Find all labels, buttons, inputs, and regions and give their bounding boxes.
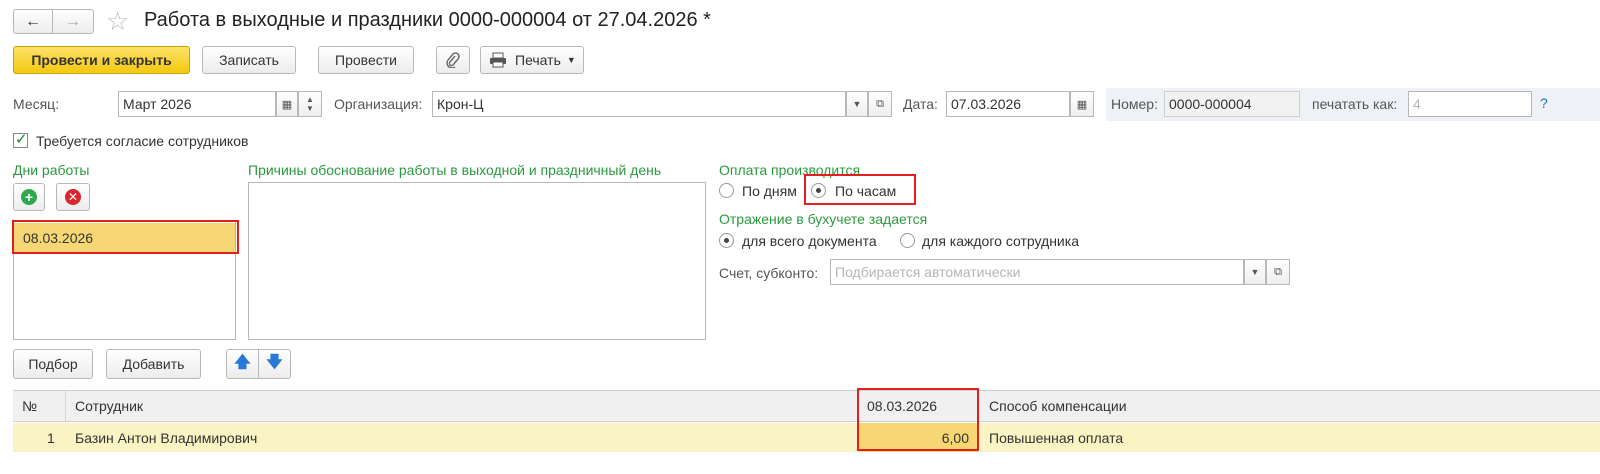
print-as-placeholder: 4 <box>1413 96 1421 112</box>
arrow-left-icon: ← <box>25 12 41 30</box>
organization-field[interactable]: Крон-Ц <box>432 91 846 117</box>
radio-by-days-label: По дням <box>742 183 797 199</box>
consent-label: Требуется согласие сотрудников <box>36 133 249 149</box>
reasons-title: Причины обоснование работы в выходной и … <box>248 162 662 178</box>
month-field[interactable]: Март 2026 <box>118 91 276 117</box>
row-compensation: Повышенная оплата <box>989 430 1124 446</box>
forward-button[interactable]: → <box>52 9 94 34</box>
number-field[interactable]: 0000-000004 <box>1164 91 1300 117</box>
move-down-button[interactable]: 🡇 <box>258 349 291 379</box>
radio-whole-document-label: для всего документа <box>742 233 877 249</box>
attach-button[interactable] <box>436 46 470 74</box>
organization-label: Организация: <box>334 96 423 112</box>
column-header-number[interactable]: № <box>22 398 37 414</box>
print-as-label: печатать как: <box>1312 96 1398 112</box>
post-button[interactable]: Провести <box>318 46 414 74</box>
work-days-title: Дни работы <box>13 162 90 178</box>
annotation-box <box>857 388 979 451</box>
radio-whole-document[interactable] <box>719 233 734 248</box>
help-icon[interactable]: ? <box>1540 95 1548 111</box>
date-label: Дата: <box>903 96 938 112</box>
organization-open-icon[interactable]: ⧉ <box>868 91 892 117</box>
number-label: Номер: <box>1111 96 1158 112</box>
column-divider <box>65 391 66 421</box>
back-button[interactable]: ← <box>13 9 53 34</box>
account-label: Счет, субконто: <box>719 265 819 281</box>
radio-by-days[interactable] <box>719 183 734 198</box>
move-up-button[interactable]: 🡅 <box>226 349 259 379</box>
print-label: Печать <box>515 52 561 68</box>
star-icon[interactable]: ☆ <box>106 6 129 36</box>
row-number: 1 <box>47 430 55 446</box>
month-label: Месяц: <box>13 96 60 112</box>
organization-dropdown-icon[interactable]: ▼ <box>846 91 868 117</box>
select-button[interactable]: Подбор <box>13 349 93 379</box>
arrow-right-icon: → <box>65 12 81 30</box>
add-day-button[interactable]: + <box>13 183 45 211</box>
arrow-down-icon: 🡇 <box>266 353 283 371</box>
account-placeholder: Подбирается автоматически <box>835 264 1021 280</box>
printer-icon <box>490 52 506 68</box>
column-header-employee[interactable]: Сотрудник <box>75 398 143 414</box>
date-field[interactable]: 07.03.2026 <box>946 91 1070 117</box>
radio-each-employee-label: для каждого сотрудника <box>922 233 1079 249</box>
annotation-box <box>12 220 239 254</box>
paperclip-icon <box>446 52 460 68</box>
date-calendar-icon[interactable]: ▦ <box>1070 91 1094 117</box>
stepper-up-icon[interactable]: ▲ <box>306 95 314 104</box>
plus-circle-icon: + <box>21 189 37 205</box>
print-as-field[interactable]: 4 <box>1408 91 1532 117</box>
account-open-icon[interactable]: ⧉ <box>1266 259 1290 285</box>
account-dropdown-icon[interactable]: ▼ <box>1244 259 1266 285</box>
consent-checkbox[interactable]: ✓ <box>13 131 28 148</box>
stepper-down-icon[interactable]: ▼ <box>306 104 314 113</box>
print-button[interactable]: Печать ▼ <box>480 46 584 74</box>
page-title: Работа в выходные и праздники 0000-00000… <box>144 9 711 31</box>
arrow-up-icon: 🡅 <box>234 353 251 371</box>
account-field[interactable]: Подбирается автоматически <box>830 259 1244 285</box>
table-row[interactable]: 1 Базин Антон Владимирович 6,00 Повышенн… <box>13 423 1600 452</box>
remove-circle-icon: ✕ <box>65 189 81 205</box>
table-header: № Сотрудник 08.03.2026 Способ компенсаци… <box>13 390 1600 422</box>
row-employee: Базин Антон Владимирович <box>75 430 258 446</box>
radio-each-employee[interactable] <box>900 233 915 248</box>
column-header-compensation[interactable]: Способ компенсации <box>989 398 1127 414</box>
accounting-title: Отражение в бухучете задается <box>719 211 928 227</box>
annotation-box <box>804 174 916 205</box>
add-button[interactable]: Добавить <box>106 349 201 379</box>
post-and-close-button[interactable]: Провести и закрыть <box>13 46 190 74</box>
remove-day-button[interactable]: ✕ <box>56 183 90 211</box>
checkmark-icon: ✓ <box>15 131 28 148</box>
chevron-down-icon: ▼ <box>566 55 576 65</box>
month-stepper[interactable]: ▲ ▼ <box>298 91 322 117</box>
calendar-icon[interactable]: ▦ <box>276 91 298 117</box>
reasons-textarea[interactable] <box>248 182 706 340</box>
save-button[interactable]: Записать <box>202 46 296 74</box>
